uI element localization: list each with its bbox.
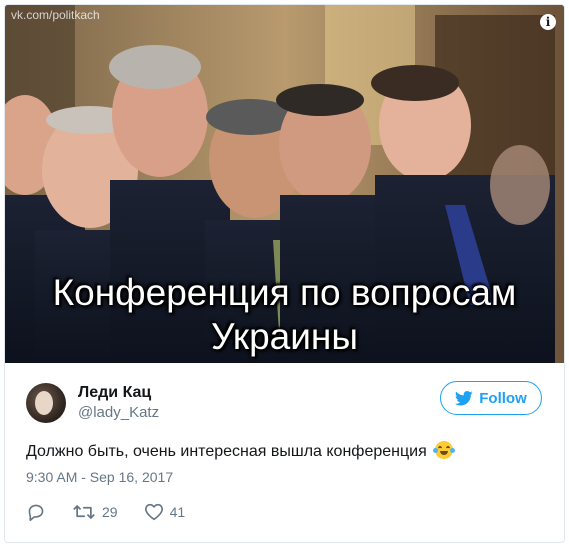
tweet-card: vk.com/politkach i Конференция по вопрос… [4,4,565,543]
retweet-icon [73,505,95,519]
follow-button[interactable]: Follow [440,381,542,415]
tweet-timestamp[interactable]: 9:30 AM - Sep 16, 2017 [26,469,543,485]
heart-icon [144,503,163,521]
info-icon[interactable]: i [540,14,556,30]
photo-caption: Конференция по вопросам Украины [5,271,564,359]
retweet-count: 29 [102,504,118,520]
tears-of-joy-icon [433,441,456,459]
tweet-actions: 29 41 [26,503,543,521]
tweet-photo[interactable]: vk.com/politkach i Конференция по вопрос… [5,5,564,363]
tweet-body: Леди Кац @lady_Katz Follow Должно быть, … [5,363,564,521]
photo-watermark: vk.com/politkach [11,8,100,22]
tweet-text: Должно быть, очень интересная вышла конф… [26,441,543,463]
tweet-text-content: Должно быть, очень интересная вышла конф… [26,443,427,460]
follow-label: Follow [479,389,527,407]
avatar[interactable] [26,383,66,423]
caption-line-2: Украины [211,316,358,357]
like-action[interactable]: 41 [144,503,186,521]
reply-icon [28,504,44,521]
twitter-bird-icon [455,390,473,405]
retweet-action[interactable]: 29 [72,503,118,521]
author-name[interactable]: Леди Кац [78,384,151,402]
like-count: 41 [169,504,186,520]
author-handle[interactable]: @lady_Katz [78,404,159,421]
tweet-header: Леди Кац @lady_Katz Follow [26,363,543,435]
reply-action[interactable] [26,503,46,521]
caption-line-1: Конференция по вопросам [52,272,517,313]
